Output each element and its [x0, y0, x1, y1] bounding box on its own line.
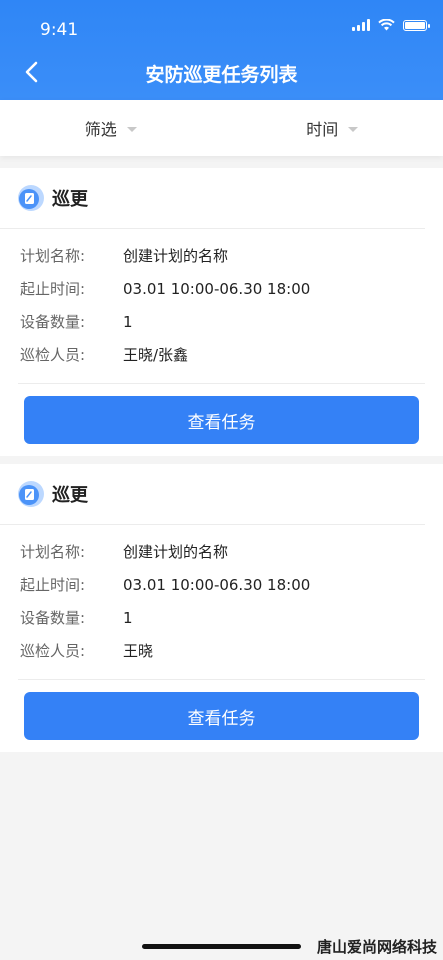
field-row: 设备数量: 1 — [18, 305, 425, 338]
time-label: 时间 — [306, 120, 339, 139]
field-value: 王晓 — [123, 642, 154, 660]
field-row: 起止时间: 03.01 10:00-06.30 18:00 — [18, 568, 425, 601]
field-value: 1 — [123, 608, 133, 627]
field-label: 起止时间: — [20, 280, 86, 298]
task-doc-icon — [18, 185, 44, 211]
filter-bar: 筛选 时间 — [0, 100, 443, 156]
field-value: 创建计划的名称 — [123, 247, 229, 265]
battery-icon — [403, 19, 430, 31]
home-indicator — [142, 944, 301, 949]
watermark: 唐山爱尚网络科技 — [316, 938, 437, 956]
task-card: 巡更 计划名称: 创建计划的名称 起止时间: 03.01 10:00-06.30… — [0, 168, 443, 456]
field-row: 起止时间: 03.01 10:00-06.30 18:00 — [18, 272, 425, 305]
button-wrap: 查看任务 — [0, 384, 443, 456]
caret-down-icon — [126, 126, 137, 132]
page-title: 安防巡更任务列表 — [145, 64, 298, 86]
time-dropdown[interactable]: 时间 — [222, 100, 443, 156]
caret-down-icon — [348, 126, 359, 132]
field-label: 计划名称: — [20, 247, 86, 265]
field-row: 设备数量: 1 — [18, 601, 425, 634]
view-task-button[interactable]: 查看任务 — [24, 396, 419, 444]
field-value: 创建计划的名称 — [123, 543, 229, 561]
card-header: 巡更 — [0, 168, 425, 229]
field-label: 巡检人员: — [20, 346, 86, 364]
card-header: 巡更 — [0, 464, 425, 525]
card-title: 巡更 — [52, 485, 88, 506]
field-row: 巡检人员: 王晓/张鑫 — [18, 338, 425, 371]
field-value: 王晓/张鑫 — [123, 346, 189, 364]
card-details: 计划名称: 创建计划的名称 起止时间: 03.01 10:00-06.30 18… — [18, 229, 425, 384]
field-row: 巡检人员: 王晓 — [18, 634, 425, 667]
field-value: 03.01 10:00-06.30 18:00 — [123, 279, 311, 298]
signal-icon — [352, 19, 370, 31]
field-row: 计划名称: 创建计划的名称 — [18, 535, 425, 568]
task-doc-icon — [18, 481, 44, 507]
status-time: 9:41 — [40, 20, 79, 40]
view-task-button[interactable]: 查看任务 — [24, 692, 419, 740]
filter-label: 筛选 — [84, 120, 117, 139]
card-details: 计划名称: 创建计划的名称 起止时间: 03.01 10:00-06.30 18… — [18, 525, 425, 680]
button-wrap: 查看任务 — [0, 680, 443, 752]
field-row: 计划名称: 创建计划的名称 — [18, 239, 425, 272]
field-label: 计划名称: — [20, 543, 86, 561]
card-title: 巡更 — [52, 189, 88, 210]
field-label: 巡检人员: — [20, 642, 86, 660]
task-card: 巡更 计划名称: 创建计划的名称 起止时间: 03.01 10:00-06.30… — [0, 464, 443, 752]
field-value: 03.01 10:00-06.30 18:00 — [123, 575, 311, 594]
wifi-icon — [378, 19, 395, 31]
header-bar: 9:41 安防巡更任务列表 — [0, 0, 443, 100]
status-icons — [352, 19, 430, 31]
field-label: 设备数量: — [20, 313, 86, 331]
filter-dropdown[interactable]: 筛选 — [0, 100, 222, 156]
field-value: 1 — [123, 312, 133, 331]
field-label: 起止时间: — [20, 576, 86, 594]
field-label: 设备数量: — [20, 609, 86, 627]
